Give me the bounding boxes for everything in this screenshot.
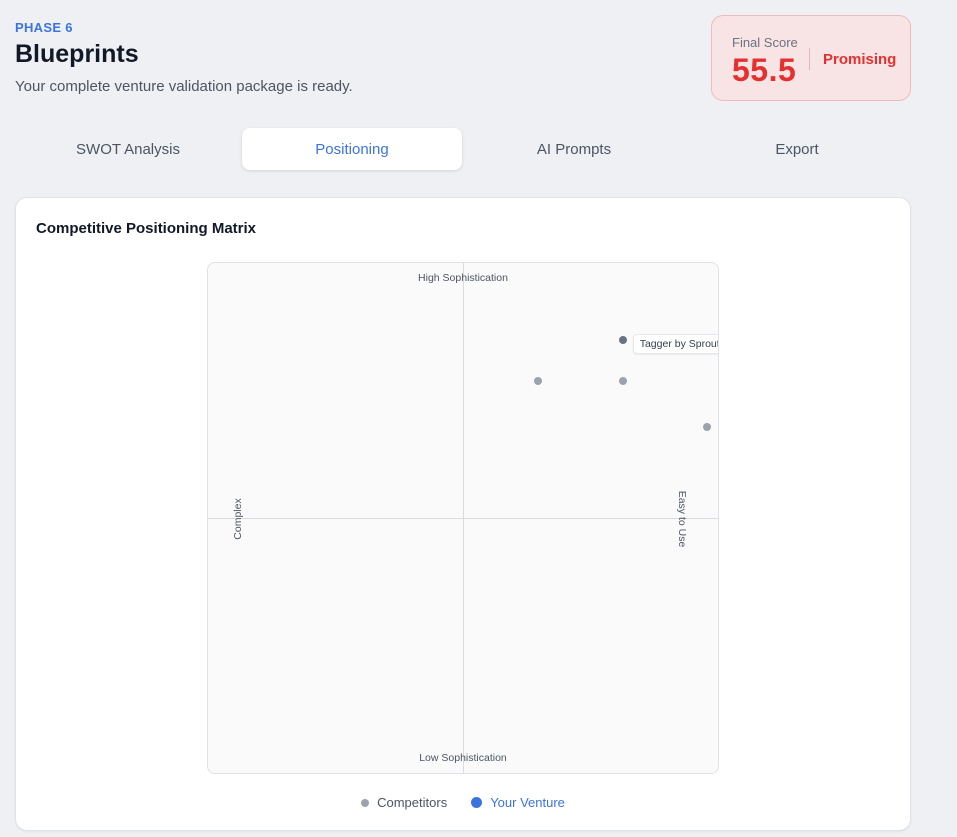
legend-venture: Your Venture — [471, 795, 565, 810]
score-status: Promising — [823, 51, 897, 68]
competitor-point[interactable] — [618, 335, 627, 344]
tab-positioning[interactable]: Positioning — [242, 128, 462, 170]
competitor-point[interactable] — [703, 422, 712, 431]
page-title: Blueprints — [15, 40, 139, 68]
tab-export[interactable]: Export — [687, 128, 907, 170]
final-score-value: 55.5 — [732, 52, 797, 88]
positioning-matrix: High Sophistication Low Sophistication C… — [207, 262, 719, 774]
axis-label-bottom: Low Sophistication — [419, 752, 507, 764]
axis-label-right: Easy to Use — [676, 490, 688, 548]
score-divider — [809, 48, 810, 70]
horizontal-axis — [208, 518, 718, 519]
tab-bar: SWOT Analysis Positioning AI Prompts Exp… — [15, 128, 911, 170]
tab-swot-analysis[interactable]: SWOT Analysis — [18, 128, 238, 170]
legend-competitor-marker — [361, 798, 370, 807]
positioning-panel: Competitive Positioning Matrix High Soph… — [15, 197, 911, 831]
final-score-card: Final Score 55.5 Promising — [711, 15, 911, 101]
panel-title: Competitive Positioning Matrix — [36, 220, 257, 237]
competitor-point[interactable] — [618, 376, 627, 385]
page-subtitle: Your complete venture validation package… — [15, 78, 353, 95]
axis-label-left: Complex — [232, 498, 244, 540]
legend-competitors: Competitors — [361, 795, 447, 810]
competitor-tooltip: Tagger by Sprout Social — [632, 333, 718, 354]
legend-venture-marker — [471, 797, 483, 808]
axis-label-top: High Sophistication — [418, 272, 508, 284]
final-score-label: Final Score — [732, 35, 798, 50]
legend-venture-label: Your Venture — [490, 795, 565, 810]
chart-legend: Competitors Your Venture — [16, 795, 910, 810]
competitor-point[interactable] — [534, 376, 543, 385]
phase-label: PHASE 6 — [15, 20, 73, 35]
tab-ai-prompts[interactable]: AI Prompts — [464, 128, 684, 170]
legend-competitors-label: Competitors — [377, 795, 448, 810]
